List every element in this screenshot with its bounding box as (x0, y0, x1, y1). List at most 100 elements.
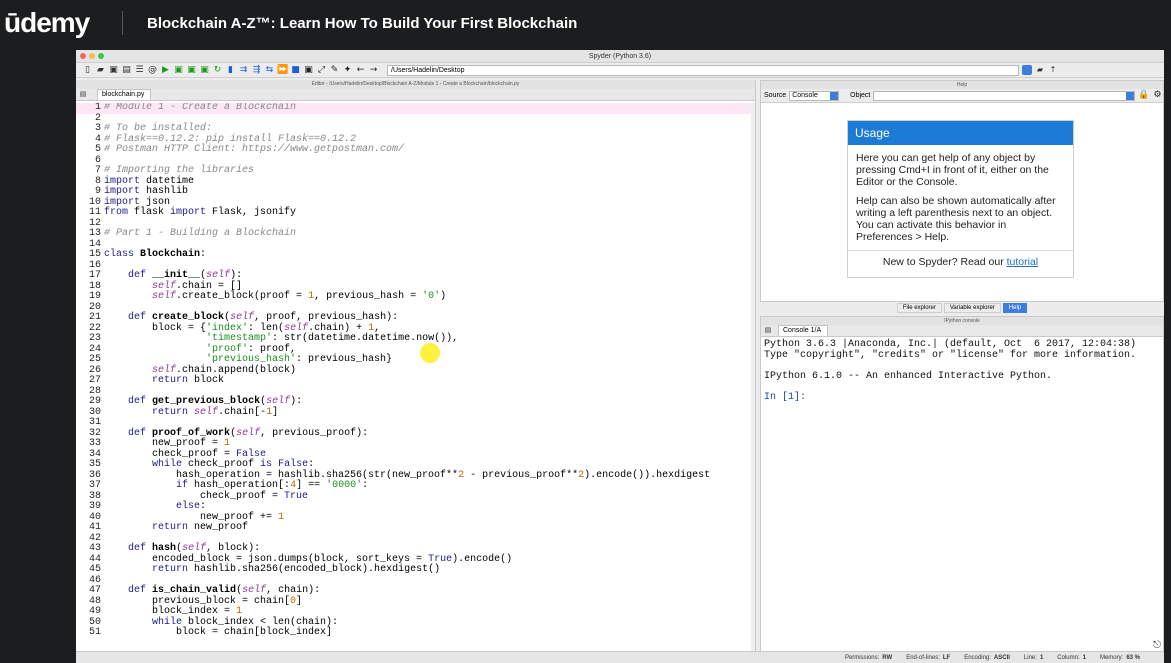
save-icon[interactable]: ▣ (108, 65, 119, 76)
browse-tabs-icon[interactable]: ▤ (79, 89, 87, 100)
status-item: Encoding: ASCII (964, 655, 1010, 661)
back-arrow-icon[interactable]: ← (355, 65, 366, 76)
code-text: def __init__(self): (128, 270, 243, 281)
code-line[interactable]: 9 import hashlib (76, 186, 752, 198)
at-icon[interactable]: @ (147, 65, 158, 76)
parent-dir-icon[interactable]: ↑ (1048, 65, 1058, 75)
step-icon[interactable]: ⇉ (238, 65, 249, 76)
code-text: else: (176, 501, 207, 512)
tab-variable-explorer[interactable]: Variable explorer (943, 303, 1001, 313)
code-line[interactable]: 5 # Postman HTTP Client: https://www.getp… (76, 144, 752, 156)
line-number: 23 (88, 333, 101, 344)
code-text: block = chain[block_index] (104, 627, 333, 638)
code-text: 'proof': proof, (206, 343, 297, 355)
step-into-icon[interactable]: ⇶ (251, 65, 262, 76)
list-icon[interactable]: ☰ (134, 65, 145, 76)
tab-label: blockchain.py (102, 91, 145, 98)
help-title: Help (956, 82, 968, 88)
code-text: def get_previous_block(self): (128, 396, 303, 407)
line-number: 41 (88, 522, 101, 533)
tab-console-1a[interactable]: Console 1/A (778, 325, 829, 336)
usage-card: Usage Here you can get help of any objec… (847, 120, 1074, 278)
source-select[interactable]: Console (789, 90, 840, 101)
run-cell-advance-icon[interactable]: ▣ (186, 65, 197, 76)
status-value: LF (942, 654, 951, 661)
editor-scrollbar[interactable] (751, 103, 755, 652)
code-text: # Module 1 - Create a Blockchain (104, 103, 297, 113)
tab-help[interactable]: Help (1002, 303, 1028, 313)
code-line[interactable]: 13 # Part 1 - Building a Blockchain (76, 228, 752, 240)
code-line[interactable]: 30 return self.chain[-1] (76, 407, 752, 419)
browse-folder-icon[interactable]: ▰ (1035, 65, 1045, 75)
options-icon[interactable]: ⚙ (1152, 90, 1163, 101)
code-text: self.create_block(proof = 1, previous_ha… (152, 291, 447, 302)
code-text: encoded_block = json.dumps(block, sort_k… (104, 553, 513, 565)
debug-icon[interactable]: ▮ (225, 65, 236, 76)
directory-dropdown-icon[interactable] (1022, 65, 1032, 75)
status-value: 1 (1082, 654, 1086, 661)
console-title: IPython console (944, 318, 980, 324)
udemy-logo[interactable]: ūdemy (4, 7, 116, 39)
maximize-pane-icon[interactable]: ▣ (303, 65, 314, 76)
rerun-icon[interactable]: ↻ (212, 65, 223, 76)
watermark: ⎋ (1153, 640, 1161, 651)
line-number: 35 (88, 459, 101, 470)
help-toolbar: Source Console Object 🔒 ⚙ (761, 89, 1163, 103)
course-title: Blockchain A-Z™: Learn How To Build Your… (147, 14, 578, 32)
code-line[interactable]: 1 # Module 1 - Create a Blockchain (76, 103, 752, 114)
code-line[interactable]: 15 class Blockchain: (76, 249, 752, 261)
save-all-icon[interactable]: ▤ (121, 65, 132, 76)
code-line[interactable]: 11 from flask import Flask, jsonify (76, 207, 752, 219)
line-number: 3 (94, 123, 101, 134)
usage-paragraph-1: Here you can get help of any object by p… (856, 152, 1049, 188)
code-text: 'previous_hash': previous_hash} (206, 354, 393, 365)
wrench-icon[interactable]: ✎ (329, 65, 340, 76)
help-pane-title: Help (761, 81, 1163, 89)
code-text: def create_block(self, proof, previous_h… (128, 312, 399, 323)
console-prompt[interactable]: In [1]: (764, 392, 1160, 404)
run-icon[interactable]: ▶ (160, 65, 171, 76)
line-number: 37 (88, 480, 101, 491)
line-number: 19 (88, 291, 101, 302)
code-text: import datetime (104, 175, 195, 187)
step-return-icon[interactable]: ⇆ (264, 65, 275, 76)
python-path-icon[interactable]: ✦ (342, 65, 353, 76)
new-file-icon[interactable]: ▯ (82, 65, 93, 76)
code-line[interactable]: 45 return hashlib.sha256(encoded_block).… (76, 564, 752, 576)
status-item: Line: 1 (1024, 655, 1043, 661)
browse-tabs-icon[interactable]: ▤ (764, 325, 772, 336)
tab-blockchain-py[interactable]: blockchain.py (97, 89, 152, 100)
lock-icon[interactable]: 🔒 (1138, 90, 1149, 101)
object-input[interactable] (873, 90, 1136, 101)
open-file-icon[interactable]: ▰ (95, 65, 106, 76)
working-directory-input[interactable]: /Users/Hadelin/Desktop (387, 64, 1019, 76)
console-line-3: IPython 6.1.0 -- An enhanced Interactive… (764, 370, 1053, 382)
status-value: 1 (1039, 654, 1044, 661)
tab-file-explorer[interactable]: File explorer (896, 303, 942, 313)
code-text: class Blockchain: (104, 249, 207, 260)
forward-arrow-icon[interactable]: → (368, 65, 379, 76)
code-line[interactable]: 19 self.create_block(proof = 1, previous… (76, 291, 752, 303)
code-line[interactable]: 27 return block (76, 375, 752, 387)
continue-icon[interactable]: ⏩ (277, 65, 288, 76)
stop-debug-icon[interactable]: ■ (290, 65, 301, 76)
code-text: check_proof = False (104, 448, 267, 460)
console-tab-bar: ▤ Console 1/A (761, 325, 1163, 337)
code-line[interactable]: 51 block = chain[block_index] (76, 627, 752, 639)
status-label: Encoding: (964, 654, 991, 661)
run-selection-icon[interactable]: ▣ (199, 65, 210, 76)
console-blank (764, 382, 1160, 393)
code-line[interactable]: 41 return new_proof (76, 522, 752, 534)
fullscreen-icon[interactable]: ⤢ (316, 65, 327, 76)
code-text: import hashlib (104, 186, 189, 197)
tutorial-link[interactable]: tutorial (1007, 256, 1039, 268)
window-title: Spyder (Python 3.6) (588, 53, 652, 60)
run-cell-icon[interactable]: ▣ (173, 65, 184, 76)
console-output[interactable]: Python 3.6.3 |Anaconda, Inc.| (default, … (761, 337, 1163, 403)
code-editor[interactable]: 1 # Module 1 - Create a Blockchain 2 3 # To … (76, 103, 752, 652)
code-text: while check_proof is False: (152, 459, 315, 470)
line-number: 25 (88, 354, 101, 365)
status-label: Memory: (1099, 654, 1124, 661)
editor-tab-bar: ▤ blockchain.py (76, 89, 755, 101)
code-text: return block (152, 375, 225, 386)
